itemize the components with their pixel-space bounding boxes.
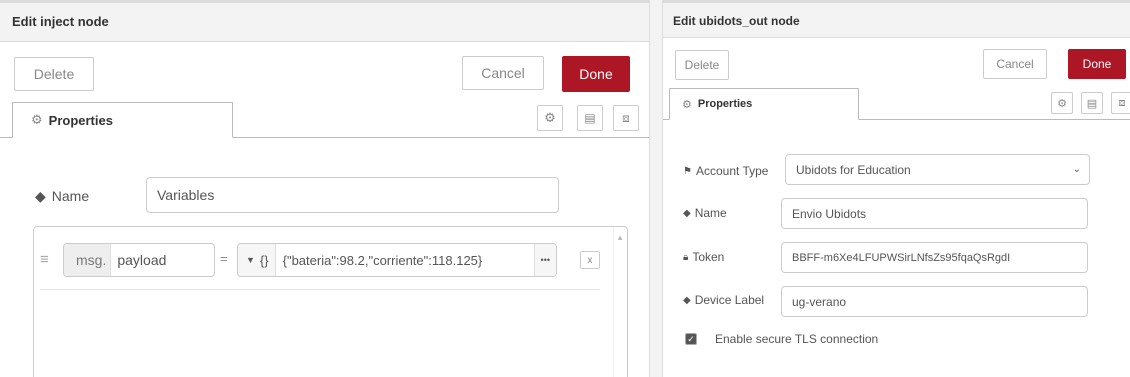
cancel-button[interactable]: Cancel	[462, 56, 544, 90]
gear-icon: ⚙	[682, 98, 692, 111]
msg-prefix[interactable]: msg.	[64, 244, 112, 276]
name-input[interactable]: Envio Ubidots	[781, 198, 1088, 229]
tls-checkbox[interactable]: ✓	[685, 333, 697, 345]
description-icon[interactable]: ▤	[1081, 92, 1103, 114]
tag-icon: ◆	[683, 207, 691, 219]
name-label-text: Name	[51, 188, 90, 204]
scroll-up-icon[interactable]: ▲	[616, 233, 624, 242]
device-label-label: ◆ Device Label	[683, 290, 764, 310]
name-input[interactable]: Variables	[146, 177, 559, 213]
description-icon[interactable]: ▤	[577, 105, 603, 131]
gear-icon: ⚙	[31, 112, 43, 127]
tab-properties[interactable]: ⚙ Properties	[12, 102, 233, 138]
property-list: ≡ msg. payload = ▼ {} {"bateria":98.2,"c…	[33, 226, 628, 377]
panel-title: Edit ubidots_out node	[663, 0, 1130, 38]
panel-gap	[650, 0, 662, 377]
row-divider	[40, 289, 600, 290]
tab-label: Properties	[697, 98, 753, 110]
account-type-label: ⚑ Account Type	[683, 161, 768, 181]
type-selector[interactable]: ▼ {}	[238, 244, 276, 276]
value-field[interactable]: ▼ {} {"bateria":98.2,"corriente":118.125…	[237, 243, 557, 277]
done-button[interactable]: Done	[1068, 49, 1126, 79]
name-label-text: Name	[694, 206, 727, 220]
tab-bar: ⚙ Properties ⚙ ▤ ⧈	[0, 102, 649, 138]
token-label: 🔒︎ Token	[683, 247, 724, 267]
name-label: ◆ Name	[35, 183, 89, 209]
token-input[interactable]: BBFF-m6Xe4LFUPWSirLNfsZs95fqaQsRgdI	[781, 242, 1088, 273]
chevron-down-icon: ⌄	[1072, 164, 1081, 175]
appearance-icon[interactable]: ⧈	[1111, 92, 1130, 114]
cancel-button[interactable]: Cancel	[983, 49, 1047, 79]
tls-label: Enable secure TLS connection	[715, 332, 879, 346]
expand-editor-button[interactable]: •••	[533, 244, 556, 276]
tab-label: Properties	[48, 112, 113, 128]
device-label-label-text: Device Label	[694, 293, 765, 307]
caret-down-icon: ▼	[246, 255, 255, 265]
inject-editor-panel: Edit inject node Delete Cancel Done ⚙ Pr…	[0, 0, 650, 377]
name-label: ◆ Name	[683, 203, 727, 223]
done-button[interactable]: Done	[562, 56, 630, 92]
property-field[interactable]: msg. payload	[63, 243, 215, 277]
drag-handle-icon[interactable]: ≡	[40, 251, 49, 268]
remove-row-button[interactable]: x	[580, 251, 600, 269]
equals-sign: =	[220, 251, 228, 266]
delete-button[interactable]: Delete	[675, 50, 729, 80]
tag-icon: ◆	[35, 187, 46, 204]
appearance-icon[interactable]: ⧈	[613, 105, 639, 131]
account-type-label-text: Account Type	[695, 164, 769, 178]
type-label: {}	[259, 252, 269, 268]
settings-icon[interactable]: ⚙	[537, 105, 563, 131]
account-type-value: Ubidots for Education	[796, 162, 911, 177]
ubidots-editor-panel: Edit ubidots_out node Delete Cancel Done…	[662, 0, 1130, 377]
settings-icon[interactable]: ⚙	[1051, 92, 1073, 114]
token-label-text: Token	[692, 250, 725, 264]
flag-icon: ⚑	[683, 165, 692, 177]
tag-icon: ◆	[683, 294, 691, 306]
delete-button[interactable]: Delete	[14, 57, 94, 91]
json-value[interactable]: {"bateria":98.2,"corriente":118.125}	[276, 253, 534, 268]
device-label-input[interactable]: ug-verano	[781, 286, 1088, 317]
tab-properties[interactable]: ⚙ Properties	[669, 88, 859, 120]
editor-toolbar: Delete Cancel Done	[663, 38, 1130, 94]
property-name[interactable]: payload	[111, 252, 166, 268]
lock-icon: 🔒︎	[683, 251, 689, 263]
account-type-select[interactable]: Ubidots for Education ⌄	[785, 154, 1090, 185]
panel-title: Edit inject node	[0, 0, 649, 42]
scrollbar[interactable]: ▲	[613, 227, 627, 377]
editor-toolbar: Delete Cancel Done	[0, 42, 649, 102]
tab-bar: ⚙ Properties ⚙ ▤ ⧈	[663, 88, 1130, 120]
